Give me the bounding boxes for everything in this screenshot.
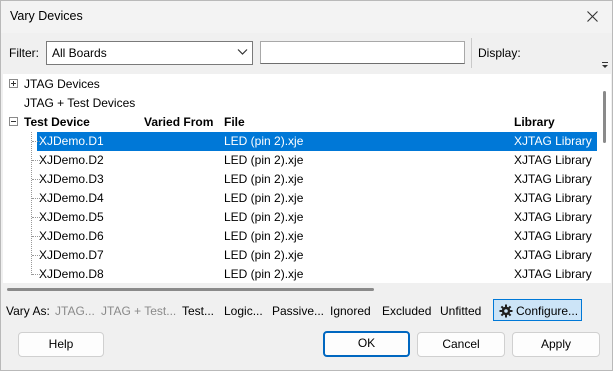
chevron-down-icon [237, 49, 248, 55]
device-name: XJDemo.D8 [39, 267, 104, 281]
device-library: XJTAG Library [514, 172, 592, 186]
device-file: LED (pin 2).xje [224, 229, 304, 243]
device-library: XJTAG Library [514, 134, 592, 148]
device-library: XJTAG Library [514, 153, 592, 167]
column-header-file[interactable]: File [224, 115, 245, 129]
vary-as-ignored-button[interactable]: Ignored [330, 304, 371, 318]
device-file: LED (pin 2).xje [224, 248, 304, 262]
vary-as-test-button[interactable]: Test... [182, 304, 214, 318]
filter-selected-value: All Boards [52, 46, 107, 60]
display-label: Display: [478, 46, 521, 60]
apply-button[interactable]: Apply [512, 332, 600, 357]
device-name: XJDemo.D2 [39, 153, 104, 167]
table-row[interactable]: XJDemo.D3 LED (pin 2).xje XJTAG Library [3, 170, 599, 189]
device-library: XJTAG Library [514, 248, 592, 262]
vary-as-jtag-button[interactable]: JTAG... [55, 304, 95, 318]
table-row[interactable]: XJDemo.D7 LED (pin 2).xje XJTAG Library [3, 246, 599, 265]
device-name: XJDemo.D6 [39, 229, 104, 243]
table-row[interactable]: XJDemo.D5 LED (pin 2).xje XJTAG Library [3, 208, 599, 227]
title-bar[interactable]: Vary Devices [1, 1, 612, 33]
device-name: XJDemo.D5 [39, 210, 104, 224]
cancel-button[interactable]: Cancel [417, 332, 505, 357]
device-file: LED (pin 2).xje [224, 191, 304, 205]
tree-group-jtag-test-devices[interactable]: JTAG + Test Devices [3, 94, 599, 113]
configure-button[interactable]: Configure... [493, 299, 582, 321]
configure-label: Configure... [516, 304, 579, 318]
collapse-minus-icon[interactable] [9, 117, 18, 126]
device-name: XJDemo.D4 [39, 191, 104, 205]
table-row[interactable]: XJDemo.D4 LED (pin 2).xje XJTAG Library [3, 189, 599, 208]
device-file: LED (pin 2).xje [224, 134, 304, 148]
device-name: XJDemo.D1 [39, 134, 104, 148]
toolbar-divider [471, 38, 472, 68]
display-dropdown-arrow-icon[interactable] [601, 61, 610, 70]
column-header-varied-from[interactable]: Varied From [144, 115, 213, 129]
table-row[interactable]: XJDemo.D8 LED (pin 2).xje XJTAG Library [3, 265, 599, 283]
device-tree[interactable]: JTAG Devices JTAG + Test Devices Test De… [3, 74, 611, 283]
vary-as-label: Vary As: [6, 304, 50, 318]
device-file: LED (pin 2).xje [224, 153, 304, 167]
device-file: LED (pin 2).xje [224, 172, 304, 186]
expand-plus-icon[interactable] [9, 79, 18, 88]
close-button[interactable] [582, 6, 604, 28]
tree-branch-line [32, 141, 40, 142]
vary-as-unfitted-button[interactable]: Unfitted [440, 304, 481, 318]
horizontal-scrollbar-thumb[interactable] [7, 288, 374, 291]
close-icon [587, 11, 598, 22]
vertical-scrollbar-thumb[interactable] [603, 91, 606, 143]
filter-search-input[interactable] [260, 41, 465, 64]
table-row[interactable]: XJDemo.D6 LED (pin 2).xje XJTAG Library [3, 227, 599, 246]
vary-as-jtag-test-button[interactable]: JTAG + Test... [101, 304, 176, 318]
table-row[interactable]: XJDemo.D2 LED (pin 2).xje XJTAG Library [3, 151, 599, 170]
vary-as-excluded-button[interactable]: Excluded [382, 304, 431, 318]
device-file: LED (pin 2).xje [224, 267, 304, 281]
tree-group-test-device[interactable]: Test Device Varied From File Library [3, 113, 599, 132]
tree-group-jtag-devices[interactable]: JTAG Devices [3, 75, 599, 94]
ok-button[interactable]: OK [323, 331, 410, 357]
device-library: XJTAG Library [514, 191, 592, 205]
device-file: LED (pin 2).xje [224, 210, 304, 224]
column-header-test-device[interactable]: Test Device [24, 115, 90, 129]
help-button[interactable]: Help [18, 332, 104, 357]
column-header-library[interactable]: Library [514, 115, 555, 129]
device-library: XJTAG Library [514, 267, 592, 281]
device-name: XJDemo.D7 [39, 248, 104, 262]
window-title: Vary Devices [10, 9, 83, 23]
gear-icon [499, 304, 513, 318]
filter-label: Filter: [9, 46, 39, 60]
vary-as-logic-button[interactable]: Logic... [224, 304, 263, 318]
group-label: JTAG + Test Devices [24, 96, 136, 110]
device-library: XJTAG Library [514, 210, 592, 224]
device-name: XJDemo.D3 [39, 172, 104, 186]
group-label: JTAG Devices [24, 77, 100, 91]
device-library: XJTAG Library [514, 229, 592, 243]
vary-devices-dialog: Vary Devices Filter: All Boards Display:… [0, 0, 613, 371]
table-row[interactable]: XJDemo.D1 LED (pin 2).xje XJTAG Library [37, 132, 597, 151]
vary-as-passive-button[interactable]: Passive... [272, 304, 324, 318]
filter-dropdown[interactable]: All Boards [46, 41, 253, 65]
